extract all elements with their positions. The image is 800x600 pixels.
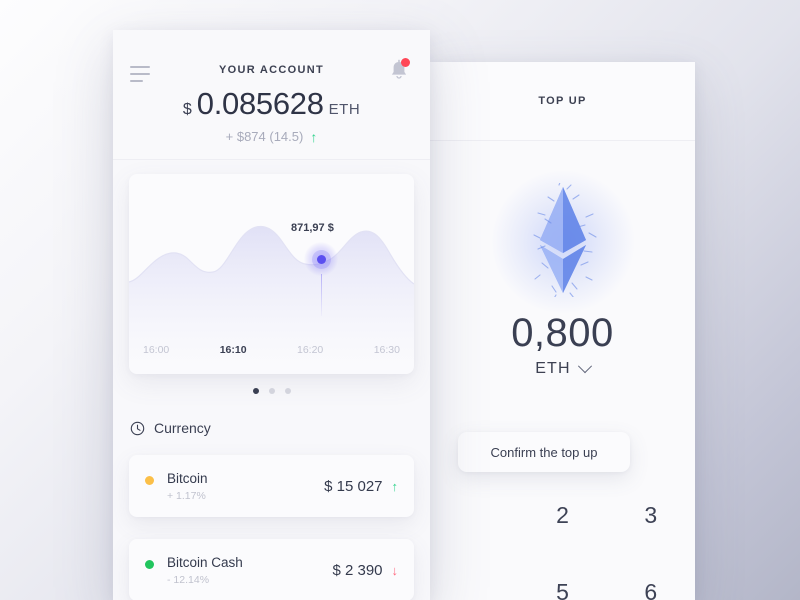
arrow-up-icon: ↑: [391, 478, 399, 494]
balance-amount: 0.085628: [196, 86, 324, 121]
pagination-dot-active[interactable]: [252, 388, 259, 394]
pagination-dot[interactable]: [284, 388, 291, 394]
axis-tick-label: 16:20: [296, 344, 324, 356]
notification-bell-icon[interactable]: [388, 58, 410, 82]
coin-info: Bitcoin + 1.17%: [167, 471, 324, 502]
axis-tick-label: 16:00: [143, 344, 170, 356]
axis-tick-label-active: 16:10: [219, 344, 247, 356]
currency-section-header: Currency: [130, 420, 211, 436]
chevron-down-icon: [577, 359, 592, 374]
chart-tooltip-value: 871,97 $: [291, 222, 334, 234]
price-chart-card[interactable]: 871,97 $ 16:00 16:10 16:20 16:30: [129, 174, 414, 374]
keypad-key-5[interactable]: 5: [518, 569, 606, 600]
hamburger-line: [130, 73, 150, 75]
coin-name: Bitcoin: [167, 470, 208, 486]
hamburger-line: [130, 80, 143, 82]
hamburger-line: [130, 66, 150, 68]
coin-price-group: $ 2 390 ↓: [332, 562, 398, 579]
coin-status-bullet: [145, 559, 154, 569]
coin-change-percent: - 12.14%: [167, 573, 210, 586]
top-up-panel: TOP UP 0,800 ETH Confirm the top up 2 3 …: [430, 62, 695, 600]
notification-badge-dot: [401, 58, 410, 67]
currency-section-label: Currency: [154, 420, 211, 436]
currency-selector-label: ETH: [535, 360, 571, 377]
list-item[interactable]: Bitcoin Cash - 12.14% $ 2 390 ↓: [129, 539, 414, 600]
top-up-amount-value[interactable]: 0,800: [430, 311, 695, 356]
coin-price: $ 15 027: [324, 477, 383, 495]
coin-status-bullet: [145, 475, 154, 485]
arrow-down-icon: ↓: [391, 562, 399, 578]
page-title: YOUR ACCOUNT: [218, 64, 325, 76]
pagination-dot[interactable]: [268, 388, 275, 394]
chart-marker-dot: [316, 254, 326, 264]
keypad-key-2[interactable]: 2: [518, 492, 606, 539]
carousel-pagination: [113, 388, 430, 394]
keypad-key-3[interactable]: 3: [607, 492, 695, 539]
account-panel: YOUR ACCOUNT $ 0.085628 ETH + $874 (14.5…: [113, 30, 430, 600]
coin-name: Bitcoin Cash: [167, 554, 243, 570]
balance-unit: ETH: [328, 101, 361, 118]
currency-selector[interactable]: ETH: [430, 359, 695, 378]
chart-x-axis: 16:00 16:10 16:20 16:30: [129, 344, 414, 356]
balance-display: $ 0.085628 ETH: [113, 86, 430, 122]
ethereum-logo-icon: [430, 167, 695, 317]
confirm-top-up-button[interactable]: Confirm the top up: [458, 432, 630, 472]
list-item[interactable]: Bitcoin + 1.17% $ 15 027 ↑: [129, 455, 414, 517]
chart-marker-stem: [320, 274, 322, 316]
account-header: YOUR ACCOUNT $ 0.085628 ETH + $874 (14.5…: [113, 30, 430, 160]
balance-currency-symbol: $: [182, 101, 192, 118]
coin-price-group: $ 15 027 ↑: [324, 478, 398, 495]
hamburger-menu-icon[interactable]: [130, 66, 150, 87]
axis-tick-label: 16:30: [373, 344, 400, 356]
keypad-key-6[interactable]: 6: [607, 569, 695, 600]
chart-data-point-marker[interactable]: [304, 242, 338, 276]
top-up-title: TOP UP: [538, 95, 587, 107]
arrow-up-icon: ↑: [310, 128, 318, 145]
coin-change-percent: + 1.17%: [167, 489, 206, 502]
clock-icon: [130, 421, 145, 435]
balance-delta: + $874 (14.5) ↑: [113, 129, 430, 144]
top-up-header: TOP UP: [430, 62, 695, 141]
coin-price: $ 2 390: [332, 561, 383, 579]
numeric-keypad: 1 2 3 4 5 6: [430, 492, 695, 600]
balance-delta-text: + $874 (14.5): [225, 129, 304, 144]
ethereum-diamond-icon: [532, 183, 597, 297]
coin-info: Bitcoin Cash - 12.14%: [167, 555, 332, 586]
